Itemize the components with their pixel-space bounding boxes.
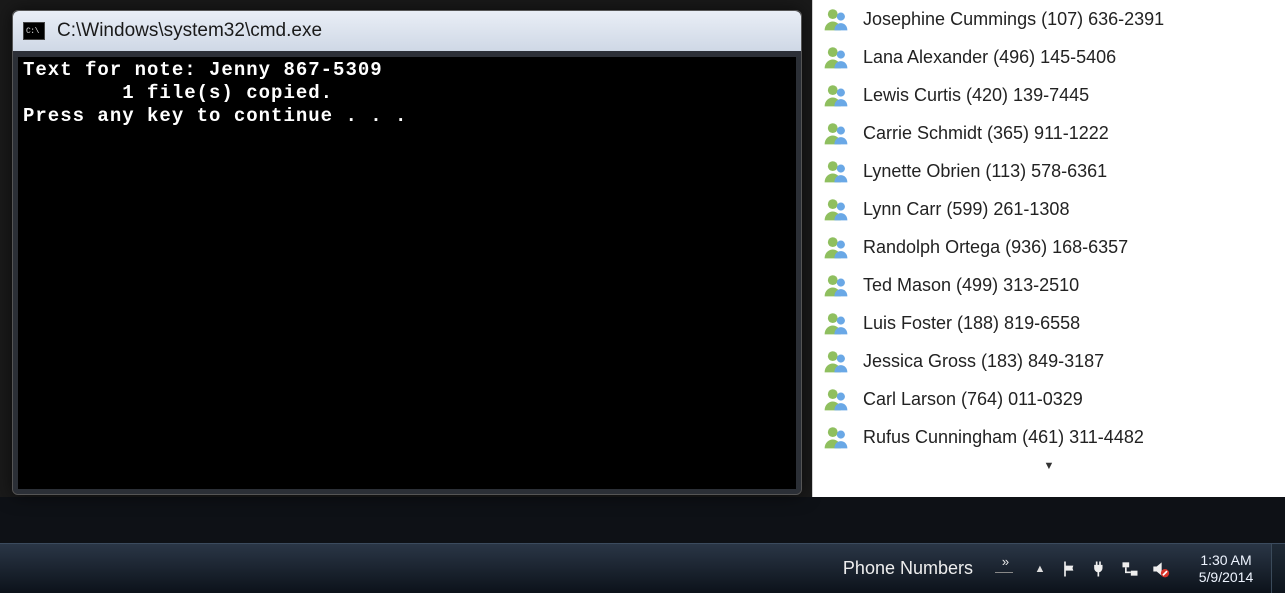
note-item[interactable]: Lynn Carr (599) 261-1308	[813, 190, 1285, 228]
taskbar: Phone Numbers » ▲ 1:30 AM 5/9/2014	[0, 543, 1285, 593]
note-label: Randolph Ortega (936) 168-6357	[863, 237, 1128, 258]
people-icon	[823, 82, 849, 108]
system-tray: ▲	[1019, 544, 1181, 593]
clock-date: 5/9/2014	[1199, 569, 1254, 586]
plug-icon	[1090, 559, 1110, 579]
note-item[interactable]: Jessica Gross (183) 849-3187	[813, 342, 1285, 380]
note-label: Carl Larson (764) 011-0329	[863, 389, 1083, 410]
note-label: Ted Mason (499) 313-2510	[863, 275, 1079, 296]
note-label: Lynn Carr (599) 261-1308	[863, 199, 1069, 220]
people-icon	[823, 44, 849, 70]
power-icon[interactable]	[1085, 544, 1115, 593]
people-icon	[823, 196, 849, 222]
action-center-icon[interactable]	[1055, 544, 1085, 593]
flag-icon	[1060, 559, 1080, 579]
note-item[interactable]: Ted Mason (499) 313-2510	[813, 266, 1285, 304]
people-icon	[823, 424, 849, 450]
volume-icon[interactable]	[1145, 544, 1175, 593]
note-item[interactable]: Lynette Obrien (113) 578-6361	[813, 152, 1285, 190]
people-icon	[823, 310, 849, 336]
people-icon	[823, 120, 849, 146]
cmd-window: C:\ C:\Windows\system32\cmd.exe Text for…	[12, 10, 802, 495]
show-desktop-button[interactable]	[1271, 544, 1285, 593]
clock-time: 1:30 AM	[1200, 552, 1251, 569]
cmd-output[interactable]: Text for note: Jenny 867-5309 1 file(s) …	[19, 57, 795, 488]
note-item[interactable]: Lana Alexander (496) 145-5406	[813, 38, 1285, 76]
taskbar-button-phone-numbers[interactable]: Phone Numbers	[829, 550, 987, 588]
note-label: Josephine Cummings (107) 636-2391	[863, 9, 1164, 30]
cmd-title: C:\Windows\system32\cmd.exe	[57, 20, 322, 42]
cmd-icon: C:\	[23, 22, 45, 40]
note-label: Lynette Obrien (113) 578-6361	[863, 161, 1107, 182]
people-icon	[823, 386, 849, 412]
network-icon	[1120, 559, 1140, 579]
people-icon	[823, 348, 849, 374]
chevron-up-icon: ▲	[1035, 563, 1046, 575]
note-label: Luis Foster (188) 819-6558	[863, 313, 1080, 334]
people-icon	[823, 6, 849, 32]
people-icon	[823, 272, 849, 298]
note-item[interactable]: Luis Foster (188) 819-6558	[813, 304, 1285, 342]
taskbar-clock[interactable]: 1:30 AM 5/9/2014	[1181, 544, 1271, 593]
note-label: Jessica Gross (183) 849-3187	[863, 351, 1104, 372]
note-item[interactable]: Josephine Cummings (107) 636-2391	[813, 0, 1285, 38]
taskbar-overflow-button[interactable]: »	[989, 550, 1019, 588]
tray-show-hidden-button[interactable]: ▲	[1025, 544, 1055, 593]
note-item[interactable]: Lewis Curtis (420) 139-7445	[813, 76, 1285, 114]
overflow-divider	[995, 572, 1013, 573]
note-item[interactable]: Rufus Cunningham (461) 311-4482	[813, 418, 1285, 456]
note-label: Lana Alexander (496) 145-5406	[863, 47, 1116, 68]
people-icon	[823, 234, 849, 260]
chevron-down-icon: ▼	[1044, 460, 1055, 472]
chevron-right-icon: »	[1002, 554, 1006, 569]
note-item[interactable]: Carrie Schmidt (365) 911-1222	[813, 114, 1285, 152]
note-label: Lewis Curtis (420) 139-7445	[863, 85, 1089, 106]
notes-more-button[interactable]: ▼	[813, 456, 1285, 476]
note-label: Carrie Schmidt (365) 911-1222	[863, 123, 1109, 144]
note-item[interactable]: Randolph Ortega (936) 168-6357	[813, 228, 1285, 266]
notes-panel: Josephine Cummings (107) 636-2391 Lana A…	[812, 0, 1285, 497]
note-item[interactable]: Carl Larson (764) 011-0329	[813, 380, 1285, 418]
speaker-icon	[1150, 559, 1170, 579]
taskbar-button-label: Phone Numbers	[843, 558, 973, 579]
note-label: Rufus Cunningham (461) 311-4482	[863, 427, 1144, 448]
desktop-background	[0, 497, 1285, 543]
people-icon	[823, 158, 849, 184]
cmd-titlebar[interactable]: C:\ C:\Windows\system32\cmd.exe	[13, 11, 801, 51]
network-icon[interactable]	[1115, 544, 1145, 593]
